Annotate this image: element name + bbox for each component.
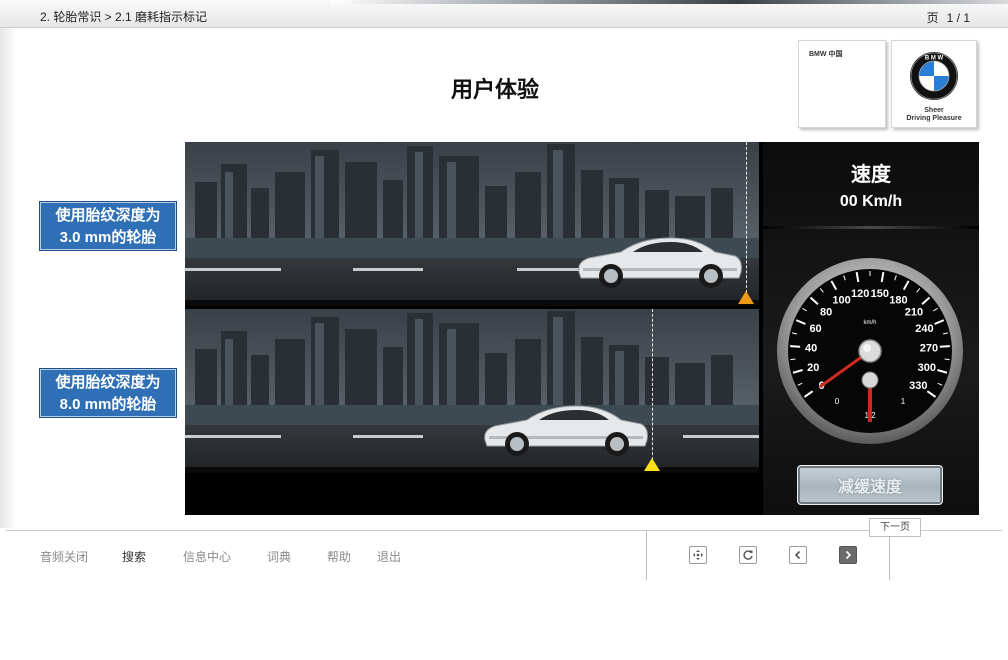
gauge-tick-label: 180 <box>889 294 907 306</box>
next-page-button[interactable] <box>839 546 857 564</box>
slogan-line-1: Sheer <box>924 107 944 114</box>
page-indicator: 页 1 / 1 <box>927 9 970 26</box>
slow-down-button[interactable]: 减缓速度 <box>797 465 943 505</box>
search-link[interactable]: 搜索 <box>122 548 146 565</box>
footer-divider-left <box>646 530 647 580</box>
gauge-tick-label: 300 <box>918 362 936 374</box>
gauge-tick-label: 210 <box>905 307 923 319</box>
gauge-unit: km/h <box>863 320 876 326</box>
svg-text:B M W: B M W <box>925 56 944 62</box>
chevron-right-icon <box>845 550 852 560</box>
stop-marker-8mm <box>644 458 660 471</box>
stop-line-8mm <box>652 309 653 465</box>
fuel-tick-0: 0 <box>835 397 840 406</box>
gauge-tick-label: 100 <box>832 294 850 306</box>
footer-divider-right <box>889 530 890 580</box>
audio-off-link[interactable]: 音频关闭 <box>40 548 88 565</box>
gauge-tick-label: 40 <box>805 342 817 354</box>
footer-divider <box>6 530 1002 531</box>
car-8mm <box>484 405 648 456</box>
exit-link[interactable]: 退出 <box>377 548 401 565</box>
app-window: 2. 轮胎常识 > 2.1 磨耗指示标记 页1 / 1 用户体验 BMW 中国 … <box>0 0 1008 660</box>
speed-value: 00 Km/h <box>839 193 903 210</box>
help-link[interactable]: 帮助 <box>327 548 351 565</box>
tire-label-3mm-line-1: 使用胎纹深度为 <box>55 207 161 224</box>
gauge-tick <box>790 345 801 348</box>
gauge-tick-label: 20 <box>807 362 819 374</box>
gauge-tick-label: 150 <box>871 288 889 300</box>
gauge-tick <box>939 345 950 348</box>
info-center-link[interactable]: 信息中心 <box>183 548 231 565</box>
tire-label-8mm-line-2: 8.0 mm的轮胎 <box>59 396 157 413</box>
top-bar: 2. 轮胎常识 > 2.1 磨耗指示标记 页 1 / 1 <box>0 0 1008 28</box>
dictionary-link[interactable]: 词典 <box>267 548 291 565</box>
chevron-left-icon <box>794 550 801 560</box>
braking-simulation: 速度 00 Km/h 0 20 40 60 80100120150180210 240 27… <box>185 142 979 515</box>
next-page-tooltip: 下一页 <box>869 518 921 537</box>
stop-line-3mm <box>746 142 747 298</box>
slogan-line-2: Driving Pleasure <box>906 115 962 122</box>
page-label: 页 <box>926 11 939 25</box>
lane-8mm-tire <box>185 309 759 473</box>
lane-3mm-tire <box>185 142 759 306</box>
stop-marker-3mm <box>738 291 754 304</box>
car-3mm <box>578 237 742 288</box>
fuel-tick-1: 1 <box>901 397 906 406</box>
gauge-tick-label: 80 <box>820 307 832 319</box>
gauge-tick-label: 270 <box>920 342 938 354</box>
bmw-roundel-icon: B M W <box>910 52 958 100</box>
previous-page-button[interactable] <box>789 546 807 564</box>
tire-label-8mm: 使用胎纹深度为 8.0 mm的轮胎 <box>40 369 176 417</box>
gauge-tick-label: 60 <box>809 323 821 335</box>
tire-label-8mm-line-1: 使用胎纹深度为 <box>55 374 161 391</box>
speed-panel: 速度 00 Km/h 0 20 40 60 80100120150180210 240 27… <box>763 142 979 515</box>
speed-title: 速度 <box>851 164 891 186</box>
header-photo-strip <box>330 0 1008 4</box>
view-toggle-button[interactable] <box>689 546 707 564</box>
tire-label-3mm: 使用胎纹深度为 3.0 mm的轮胎 <box>40 202 176 250</box>
replay-icon <box>743 550 753 560</box>
page-number: 1 / 1 <box>946 11 970 25</box>
replay-button[interactable] <box>739 546 757 564</box>
bmw-slogan: Sheer Driving Pleasure <box>892 107 976 123</box>
gauge-tick-label: 120 <box>851 288 869 300</box>
fuel-needle <box>868 386 872 422</box>
gauge-tick-label: 330 <box>909 380 927 392</box>
view-toggle-icon <box>693 550 703 560</box>
gauge-tick <box>944 358 950 361</box>
breadcrumb: 2. 轮胎常识 > 2.1 磨耗指示标记 <box>40 10 208 24</box>
needle-hub <box>858 339 882 363</box>
speedometer-gauge: 0 20 40 60 80100120150180210 240 270 300 330 km/… <box>777 258 963 444</box>
gauge-tick-label: 240 <box>915 323 933 335</box>
bmw-china-label: BMW 中国 <box>809 51 843 58</box>
tire-label-3mm-line-2: 3.0 mm的轮胎 <box>59 229 157 246</box>
bmw-china-card[interactable]: BMW 中国 <box>798 40 886 128</box>
bmw-logo-card[interactable]: B M W Sheer Driving Pleasure <box>891 40 977 128</box>
city-scene <box>185 309 759 473</box>
speed-divider <box>763 226 979 229</box>
gauge-tick <box>790 358 796 361</box>
